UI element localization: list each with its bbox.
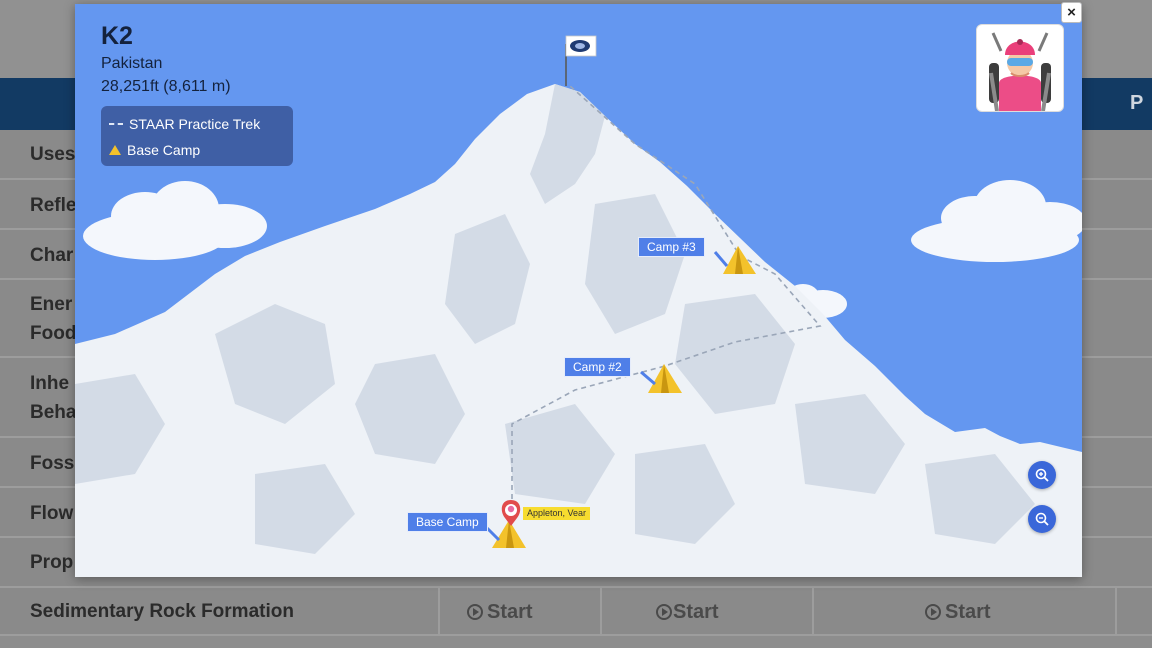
table-header-text: P (1130, 92, 1144, 114)
camp2-label[interactable]: Camp #2 (564, 357, 631, 377)
legend-trek-label: STAAR Practice Trek (129, 116, 261, 132)
zoom-out-icon (1035, 512, 1049, 526)
climber-avatar-icon (989, 32, 1051, 111)
mountain-height: 28,251ft (8,611 m) (101, 78, 231, 95)
row-label: Refle (30, 195, 77, 216)
mountain-country: Pakistan (101, 55, 163, 72)
flag-icon (565, 35, 597, 86)
row-label: Char (30, 245, 74, 266)
start-button[interactable]: Start (656, 600, 719, 624)
mountain-name: K2 (101, 22, 133, 50)
user-name-tag: Appleton, Vear (523, 507, 591, 520)
legend-camp-row: Base Camp (109, 142, 200, 158)
cell-divider (812, 588, 814, 634)
start-button[interactable]: Start (925, 600, 991, 624)
cloud-right (911, 180, 1082, 262)
zoom-in-icon (1035, 468, 1049, 482)
zoom-out-button[interactable] (1028, 505, 1056, 533)
dashed-line-icon (109, 123, 123, 125)
start-button-label: Start (945, 601, 991, 623)
zoom-in-button[interactable] (1028, 461, 1056, 489)
camp3-label[interactable]: Camp #3 (638, 237, 705, 257)
row-label: Sedimentary Rock Formation (30, 601, 294, 622)
cell-divider (600, 588, 602, 634)
cell-divider (438, 588, 440, 634)
climber-avatar (976, 24, 1064, 112)
map-legend: STAAR Practice Trek Base Camp (101, 106, 293, 166)
play-icon (656, 604, 672, 620)
row-label: Uses (30, 144, 76, 165)
row-label: Prop (30, 552, 74, 573)
cloud-left (83, 181, 267, 260)
start-button-label: Start (487, 601, 533, 623)
tent-icon (109, 145, 121, 155)
trek-map-modal: K2 Pakistan 28,251ft (8,611 m) STAAR Pra… (75, 4, 1082, 577)
legend-camp-label: Base Camp (127, 142, 201, 158)
start-button-label: Start (673, 601, 719, 623)
row-label: Foss (30, 453, 75, 474)
basecamp-label[interactable]: Base Camp (407, 512, 488, 532)
row-label: Inhe Beha (30, 373, 77, 423)
close-button[interactable]: × (1061, 2, 1082, 23)
start-button[interactable]: Start (467, 600, 533, 624)
row-label: Flow (30, 503, 74, 524)
play-icon (925, 604, 941, 620)
row-label: Ener Food (30, 294, 77, 344)
play-icon (467, 604, 483, 620)
legend-trek-row: STAAR Practice Trek (109, 116, 260, 132)
cell-divider (1115, 588, 1117, 634)
